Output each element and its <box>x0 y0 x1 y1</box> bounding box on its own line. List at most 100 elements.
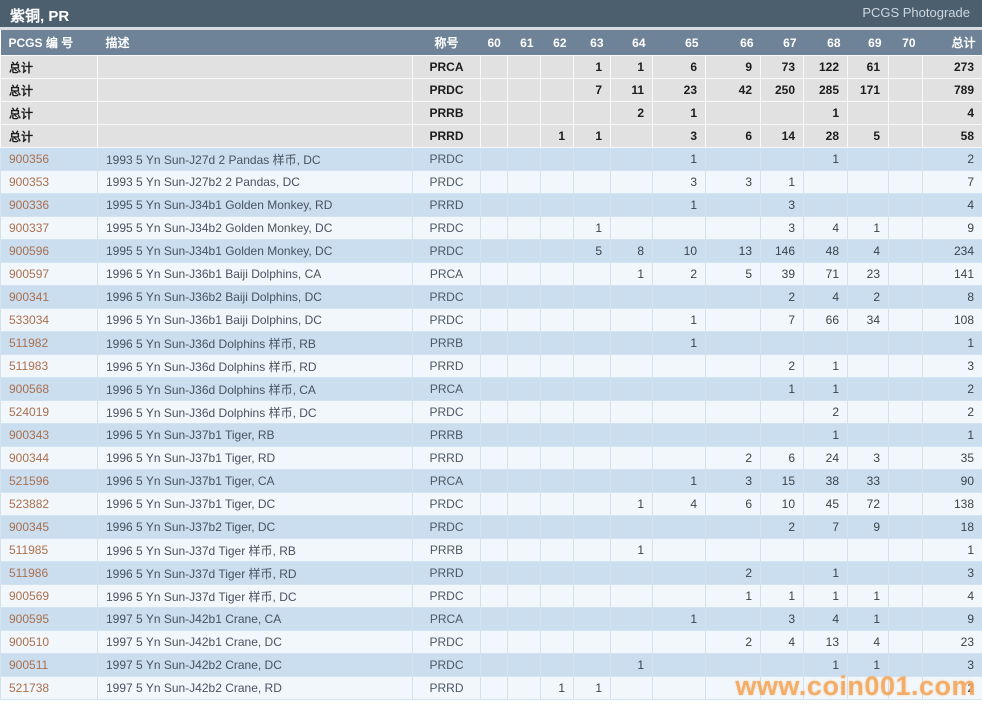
grade-count-70 <box>888 55 923 79</box>
grade-count-67: 73 <box>760 55 804 79</box>
pcgs-number-link[interactable]: 511986 <box>0 561 98 585</box>
pcgs-number-link[interactable]: 900356 <box>0 147 98 171</box>
coin-description: 1995 5 Yn Sun-J34b1 Golden Monkey, RD <box>97 193 413 217</box>
grade-count-61 <box>507 78 541 102</box>
pcgs-number-link[interactable]: 900353 <box>0 170 98 194</box>
coin-description: 1995 5 Yn Sun-J34b2 Golden Monkey, DC <box>97 216 413 240</box>
coin-description: 1996 5 Yn Sun-J36b2 Baiji Dolphins, DC <box>97 285 413 309</box>
grade-count-64 <box>610 469 653 493</box>
coin-row-900510: 900510 1997 5 Yn Sun-J42b1 Crane, DC PRDC 2… <box>0 630 982 654</box>
pcgs-number-link[interactable]: 533034 <box>0 308 98 332</box>
grade-count-70 <box>888 446 923 470</box>
pcgs-number-link[interactable]: 523882 <box>0 492 98 516</box>
row-total: 1 <box>922 423 982 447</box>
pcgs-number-link[interactable]: 511982 <box>0 331 98 355</box>
grade-count-69: 171 <box>847 78 889 102</box>
grade-count-67: 146 <box>760 239 804 263</box>
grade-count-66: 3 <box>705 469 761 493</box>
pcgs-number-link[interactable]: 900511 <box>0 653 98 677</box>
coin-row-900353: 900353 1993 5 Yn Sun-J27b2 2 Pandas, DC PR… <box>0 170 982 194</box>
grade-count-63 <box>573 400 611 424</box>
grade-count-63 <box>573 561 611 585</box>
grade-count-67: 1 <box>760 584 804 608</box>
grade-count-67: 2 <box>760 285 804 309</box>
grade-count-70 <box>888 469 923 493</box>
coin-row-521596: 521596 1996 5 Yn Sun-J37b1 Tiger, CA PRCA 1… <box>0 469 982 493</box>
designation: PRDC <box>412 653 481 677</box>
designation: PRRB <box>412 331 481 355</box>
grade-count-68: 1 <box>803 147 848 171</box>
coin-description: 1996 5 Yn Sun-J36b1 Baiji Dolphins, CA <box>97 262 413 286</box>
photograde-link[interactable]: PCGS Photograde <box>862 5 970 20</box>
grade-count-69: 33 <box>847 469 889 493</box>
grade-count-64 <box>610 676 653 700</box>
grade-count-65: 4 <box>652 492 706 516</box>
coin-row-523882: 523882 1996 5 Yn Sun-J37b1 Tiger, DC PRDC 1… <box>0 492 982 516</box>
grade-count-60 <box>480 423 508 447</box>
grade-count-61 <box>507 676 541 700</box>
grade-count-69 <box>847 331 889 355</box>
pcgs-number-link[interactable]: 900597 <box>0 262 98 286</box>
coin-row-900345: 900345 1996 5 Yn Sun-J37b2 Tiger, DC PRDC 2… <box>0 515 982 539</box>
grade-count-65: 1 <box>652 101 706 125</box>
row-total: 4 <box>922 584 982 608</box>
grade-count-70 <box>888 285 923 309</box>
pcgs-number-link[interactable]: 900595 <box>0 607 98 631</box>
grade-count-68: 24 <box>803 446 848 470</box>
grade-count-63 <box>573 262 611 286</box>
pcgs-number-link[interactable]: 511983 <box>0 354 98 378</box>
coin-description: 1997 5 Yn Sun-J42b2 Crane, DC <box>97 653 413 677</box>
coin-row-900597: 900597 1996 5 Yn Sun-J36b1 Baiji Dolphins… <box>0 262 982 286</box>
pcgs-number-link[interactable]: 521738 <box>0 676 98 700</box>
pcgs-number-link[interactable]: 900568 <box>0 377 98 401</box>
grade-count-70 <box>888 584 923 608</box>
grade-count-68: 28 <box>803 124 848 148</box>
grade-count-64 <box>610 216 653 240</box>
totals-label: 总计 <box>0 78 98 102</box>
grade-count-63: 1 <box>573 55 611 79</box>
pcgs-number-link[interactable]: 900336 <box>0 193 98 217</box>
pcgs-number-link[interactable]: 900596 <box>0 239 98 263</box>
grade-count-62 <box>540 400 574 424</box>
pcgs-number-link[interactable]: 900341 <box>0 285 98 309</box>
grade-count-67 <box>760 676 804 700</box>
pcgs-number-link[interactable]: 900569 <box>0 584 98 608</box>
grade-count-61 <box>507 400 541 424</box>
grade-count-67 <box>760 101 804 125</box>
row-total: 2 <box>922 377 982 401</box>
pcgs-number-link[interactable]: 521596 <box>0 469 98 493</box>
grade-count-60 <box>480 492 508 516</box>
grade-count-61 <box>507 193 541 217</box>
grade-count-70 <box>888 538 923 562</box>
pcgs-number-link[interactable]: 900337 <box>0 216 98 240</box>
row-total: 3 <box>922 354 982 378</box>
pcgs-number-link[interactable]: 900345 <box>0 515 98 539</box>
grade-count-61 <box>507 216 541 240</box>
pcgs-number-link[interactable]: 900344 <box>0 446 98 470</box>
designation: PRDC <box>412 308 481 332</box>
grade-count-60 <box>480 354 508 378</box>
grade-count-65 <box>652 377 706 401</box>
pcgs-number-link[interactable]: 900510 <box>0 630 98 654</box>
coin-description: 1996 5 Yn Sun-J37b1 Tiger, RB <box>97 423 413 447</box>
grade-count-68: 2 <box>803 400 848 424</box>
grade-count-68: 38 <box>803 469 848 493</box>
grade-count-64: 1 <box>610 538 653 562</box>
grade-count-60 <box>480 607 508 631</box>
pcgs-number-link[interactable]: 511985 <box>0 538 98 562</box>
grade-count-62 <box>540 630 574 654</box>
grade-count-65 <box>652 285 706 309</box>
grade-count-70 <box>888 354 923 378</box>
coin-description: 1996 5 Yn Sun-J37b1 Tiger, CA <box>97 469 413 493</box>
pcgs-number-link[interactable]: 900343 <box>0 423 98 447</box>
totals-row-prrd: 总计 PRRD 1 1 3 6 14 28 5 58 <box>0 124 982 148</box>
grade-count-67: 2 <box>760 515 804 539</box>
row-total: 4 <box>922 101 982 125</box>
grade-count-60 <box>480 147 508 171</box>
grade-count-70 <box>888 308 923 332</box>
grade-count-63: 1 <box>573 124 611 148</box>
designation: PRDC <box>412 170 481 194</box>
column-header-pcgs-number: PCGS 编 号 <box>0 30 98 56</box>
pcgs-number-link[interactable]: 524019 <box>0 400 98 424</box>
coin-description: 1996 5 Yn Sun-J37d Tiger 样币, RD <box>97 561 413 585</box>
